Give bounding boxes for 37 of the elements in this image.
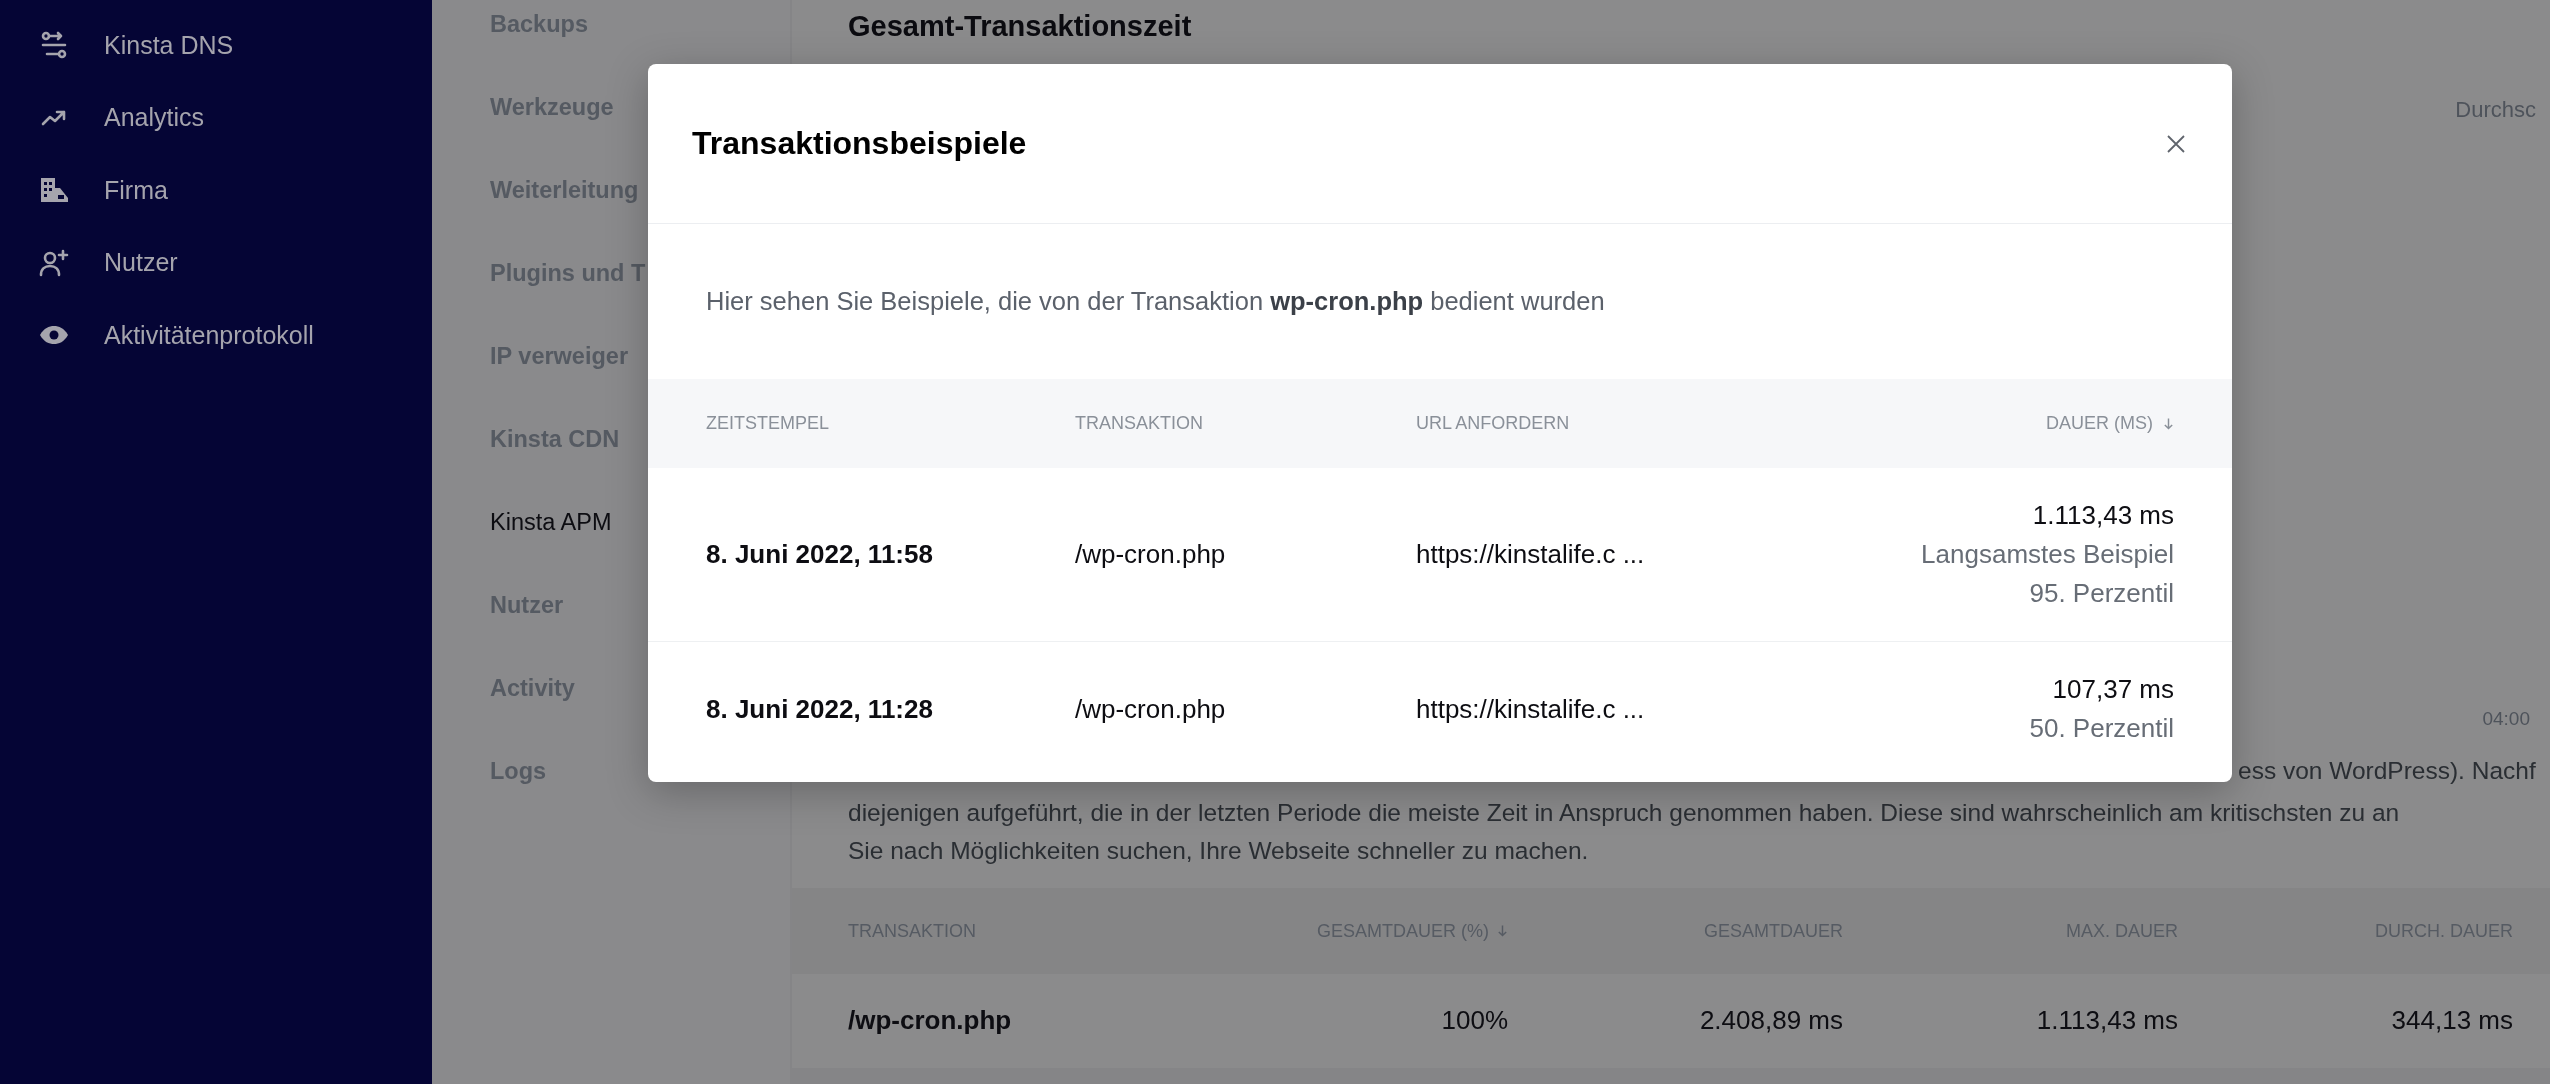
modal-title: Transaktionsbeispiele xyxy=(692,125,1027,162)
table-cell: 1.113,43 ms xyxy=(2036,1005,2178,1036)
duration-value: 107,37 ms xyxy=(2052,673,2174,706)
table-cell: 100% xyxy=(1441,1005,1508,1036)
sidebar-item[interactable]: Firma xyxy=(0,154,432,227)
sidebar-item[interactable]: Analytics xyxy=(0,81,432,154)
column-header[interactable]: ZEITSTEMPEL xyxy=(648,379,1075,468)
duration-note: 95. Perzentil xyxy=(2029,577,2174,610)
column-header[interactable]: TRANSAKTION xyxy=(1075,379,1416,468)
subnav-link[interactable]: Kinsta APM xyxy=(490,509,612,536)
transaction-cell-text: /wp-cron.php xyxy=(1075,538,1226,571)
table-cell: 2.408,89 ms xyxy=(1699,1005,1843,1036)
duration-note: 50. Perzentil xyxy=(2029,712,2174,745)
description-text: ess von WordPress). Nachf xyxy=(2237,756,2536,787)
duration-value: 1.113,43 ms xyxy=(2032,499,2174,532)
intro-text: Hier sehen Sie Beispiele, die von der Transaktion wp-cron.php bedient wurden xyxy=(706,287,1605,316)
timestamp-cell-text: 8. Juni 2022, 11:28 xyxy=(706,692,933,726)
column-header[interactable]: URL ANFORDERN xyxy=(1416,379,1922,468)
column-header[interactable]: DAUER (MS) xyxy=(1921,379,2232,468)
url-cell-text: https://kinstalife.c ... xyxy=(1416,692,1645,726)
table-cell: /wp-cron.php xyxy=(848,1005,1012,1036)
url-cell-text: https://kinstalife.c ... xyxy=(1416,538,1645,571)
sidebar-item[interactable]: Aktivitätenprotokoll xyxy=(0,299,432,372)
duration-note: Langsamstes Beispiel xyxy=(1921,538,2174,571)
table-cell: 344,13 ms xyxy=(2391,1005,2513,1036)
sidebar-item[interactable]: Kinsta DNS xyxy=(0,9,432,82)
description-text: diejenigen aufgeführt, die in der letzten Periode die meiste Zeit in Anspruch genommen haben. Diese sind wahrscheinlich am kritischsten zu an xyxy=(848,798,2400,829)
transaction-cell-text: /wp-cron.php xyxy=(1075,692,1226,726)
axis-label: 04:00 xyxy=(2482,708,2530,731)
sort-down-icon xyxy=(1497,924,1508,939)
close-icon[interactable] xyxy=(2165,132,2187,155)
section-title: Gesamt-Transaktionszeit xyxy=(848,10,1193,44)
timestamp-cell-text: 8. Juni 2022, 11:58 xyxy=(706,538,933,571)
sidebar-item[interactable]: Nutzer xyxy=(0,226,432,299)
chart-legend-label: Durchsc xyxy=(2455,96,2536,123)
description-text: Sie nach Möglichkeiten suchen, Ihre Webseite schneller zu machen. xyxy=(848,836,1589,867)
sort-down-icon xyxy=(2163,416,2174,431)
